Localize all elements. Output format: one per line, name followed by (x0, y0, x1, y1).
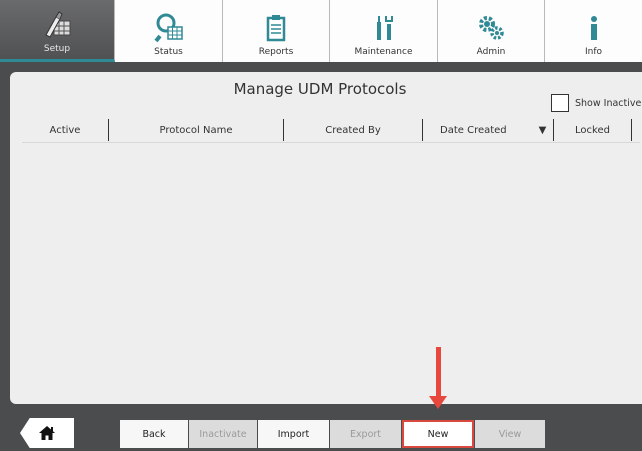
tab-admin[interactable]: Admin (438, 0, 545, 62)
protocols-panel: Manage UDM Protocols Show Inactive Activ… (10, 72, 642, 404)
tab-maintenance[interactable]: Maintenance (330, 0, 438, 62)
tab-label: Status (154, 47, 183, 57)
show-inactive-toggle[interactable]: Show Inactive (551, 94, 641, 112)
setup-icon (45, 11, 71, 38)
column-header-created-by[interactable]: Created By (284, 119, 423, 141)
export-button[interactable]: Export (330, 420, 401, 448)
show-inactive-label: Show Inactive (575, 97, 642, 109)
column-label: Locked (575, 124, 610, 136)
tab-setup[interactable]: Setup (0, 0, 115, 62)
view-button[interactable]: View (475, 420, 545, 448)
tab-label: Reports (258, 47, 294, 57)
protocols-table-body[interactable] (22, 144, 640, 394)
tab-label: Admin (476, 47, 506, 57)
info-icon (590, 16, 597, 40)
sort-descending-icon: ▼ (538, 124, 547, 136)
column-header-date-created[interactable]: Date Created ▼ (423, 119, 554, 141)
home-icon (39, 426, 55, 440)
column-label: Created By (325, 124, 381, 136)
tab-status[interactable]: Status (115, 0, 223, 62)
header-divider (22, 142, 640, 143)
table-header: Active Protocol Name Created By Date Cre… (22, 119, 642, 141)
import-button[interactable]: Import (258, 420, 329, 448)
column-label: Date Created (440, 124, 507, 136)
column-header-protocol-name[interactable]: Protocol Name (109, 119, 284, 141)
bottom-action-bar: Back Inactivate Import Export New View (0, 408, 642, 451)
status-search-icon (153, 13, 183, 43)
tab-label: Setup (43, 44, 71, 54)
tab-reports[interactable]: Reports (223, 0, 330, 62)
column-header-locked[interactable]: Locked (554, 119, 632, 141)
column-label: Protocol Name (159, 124, 233, 136)
clipboard-icon (266, 15, 286, 42)
tools-icon (376, 16, 393, 40)
tab-label: Info (584, 47, 603, 57)
new-button[interactable]: New (402, 420, 474, 448)
column-header-active[interactable]: Active (22, 119, 109, 141)
tab-label: Maintenance (354, 47, 413, 57)
page-title: Manage UDM Protocols (233, 80, 407, 98)
show-inactive-checkbox[interactable] (551, 94, 569, 112)
column-label: Active (49, 124, 81, 136)
top-navigation: Setup Status Reports Maintenance Admin I… (0, 0, 642, 62)
tab-info[interactable]: Info (545, 0, 642, 62)
home-button[interactable] (20, 418, 74, 448)
gears-icon (479, 16, 504, 40)
inactivate-button[interactable]: Inactivate (189, 420, 257, 448)
back-button[interactable]: Back (120, 420, 188, 448)
annotation-arrow-shaft (436, 347, 441, 399)
app-window: Setup Status Reports Maintenance Admin I… (0, 0, 642, 451)
